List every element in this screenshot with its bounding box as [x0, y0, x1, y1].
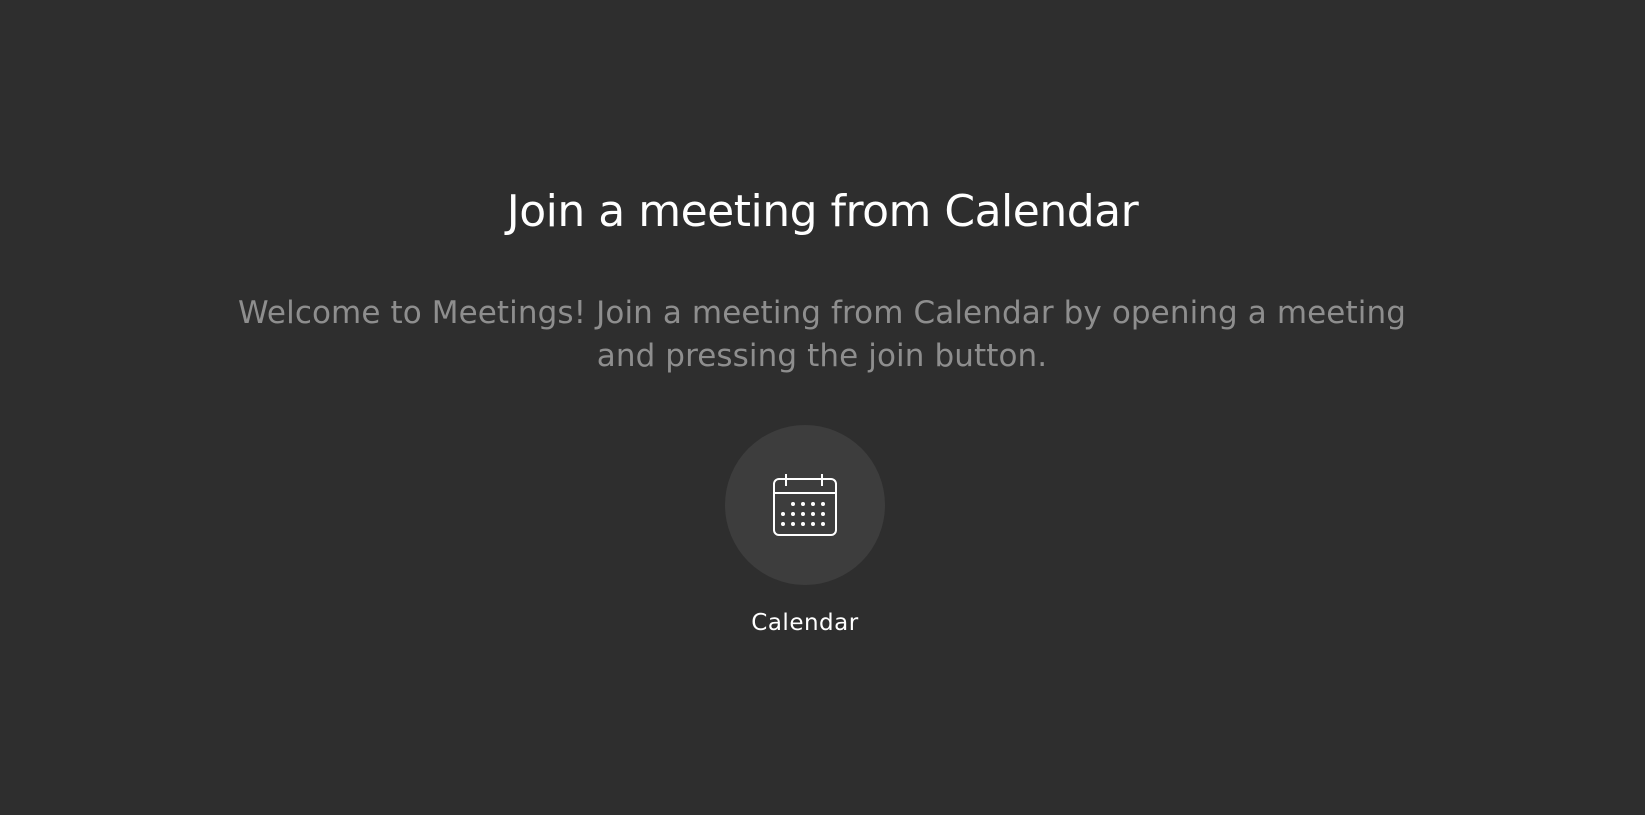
calendar-button-label[interactable]: Calendar [0, 608, 1610, 638]
meetings-empty-state: Join a meeting from Calendar Welcome to … [0, 0, 1645, 815]
page-title: Join a meeting from Calendar [506, 186, 1139, 237]
welcome-message: Welcome to Meetings! Join a meeting from… [238, 295, 1406, 374]
calendar-button[interactable] [725, 425, 885, 585]
calendar-icon [773, 474, 837, 536]
